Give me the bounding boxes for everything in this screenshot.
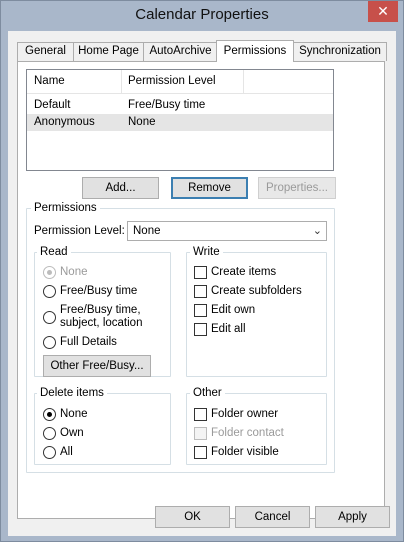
other-folder-contact-label: Folder contact	[211, 427, 284, 439]
radio-icon[interactable]	[43, 266, 56, 279]
checkbox-icon[interactable]	[194, 427, 207, 440]
write-edit-own-label: Edit own	[211, 304, 256, 316]
list-row-anonymous[interactable]: Anonymous None	[27, 114, 333, 131]
delete-none-label: None	[60, 408, 88, 420]
remove-button[interactable]: Remove	[171, 177, 248, 199]
radio-icon[interactable]	[43, 311, 56, 324]
tab-autoarchive[interactable]: AutoArchive	[143, 42, 218, 61]
permissions-list[interactable]: Name Permission Level Default Free/Busy …	[26, 69, 334, 171]
checkbox-icon[interactable]	[194, 446, 207, 459]
read-free-busy-subject-label: Free/Busy time, subject, location	[60, 304, 143, 329]
close-button[interactable]: ✕	[368, 1, 398, 22]
row-name: Anonymous	[34, 116, 95, 128]
dialog-client: General Home Page AutoArchive Permission…	[8, 31, 396, 536]
other-free-busy-button[interactable]: Other Free/Busy...	[43, 355, 151, 377]
list-header: Name Permission Level	[27, 70, 333, 94]
permission-level-value: None	[133, 225, 161, 237]
radio-icon[interactable]	[43, 446, 56, 459]
ok-button[interactable]: OK	[155, 506, 230, 528]
checkbox-icon[interactable]	[194, 266, 207, 279]
permission-level-select[interactable]: None ⌄	[127, 221, 327, 241]
cancel-button[interactable]: Cancel	[235, 506, 310, 528]
radio-icon[interactable]	[43, 408, 56, 421]
row-permission-level: None	[128, 116, 156, 128]
other-folder-owner-label: Folder owner	[211, 408, 279, 420]
chevron-down-icon: ⌄	[312, 225, 322, 237]
column-header-name[interactable]: Name	[34, 75, 65, 87]
list-row-default[interactable]: Default Free/Busy time	[27, 97, 333, 114]
write-group-label: Write	[190, 246, 223, 258]
write-create-subfolders-label: Create subfolders	[211, 285, 302, 297]
column-header-permission-level[interactable]: Permission Level	[128, 75, 216, 87]
checkbox-icon[interactable]	[194, 323, 207, 336]
tab-home-page[interactable]: Home Page	[73, 42, 144, 61]
row-name: Default	[34, 99, 71, 111]
other-group-label: Other	[190, 387, 225, 399]
tab-synchronization[interactable]: Synchronization	[293, 42, 387, 61]
checkbox-icon[interactable]	[194, 304, 207, 317]
title-bar[interactable]: Calendar Properties ✕	[1, 1, 403, 31]
permissions-panel: Name Permission Level Default Free/Busy …	[17, 61, 385, 519]
delete-items-group-label: Delete items	[37, 387, 107, 399]
other-folder-visible-label: Folder visible	[211, 446, 279, 458]
dialog-title: Calendar Properties	[135, 6, 269, 23]
column-separator[interactable]	[121, 70, 122, 94]
properties-dialog: Calendar Properties ✕ General Home Page …	[0, 0, 404, 542]
delete-all-label: All	[60, 446, 73, 458]
add-button[interactable]: Add...	[82, 177, 159, 199]
tab-general[interactable]: General	[17, 42, 74, 61]
checkbox-icon[interactable]	[194, 408, 207, 421]
read-free-busy-label: Free/Busy time	[60, 285, 138, 297]
radio-icon[interactable]	[43, 285, 56, 298]
apply-button[interactable]: Apply	[315, 506, 390, 528]
permissions-group-label: Permissions	[31, 202, 100, 214]
read-full-details-label: Full Details	[60, 336, 117, 348]
read-none-label: None	[60, 266, 88, 278]
read-free-busy-subject-option[interactable]: Free/Busy time, subject, location	[43, 303, 168, 333]
tab-permissions[interactable]: Permissions	[216, 40, 294, 62]
radio-icon[interactable]	[43, 427, 56, 440]
radio-icon[interactable]	[43, 336, 56, 349]
delete-own-label: Own	[60, 427, 84, 439]
write-edit-all-label: Edit all	[211, 323, 246, 335]
permission-level-label: Permission Level:	[34, 225, 125, 237]
write-create-items-label: Create items	[211, 266, 277, 278]
column-separator[interactable]	[243, 70, 244, 94]
checkbox-icon[interactable]	[194, 285, 207, 298]
properties-button[interactable]: Properties...	[258, 177, 336, 199]
row-permission-level: Free/Busy time	[128, 99, 206, 111]
read-group-label: Read	[37, 246, 71, 258]
